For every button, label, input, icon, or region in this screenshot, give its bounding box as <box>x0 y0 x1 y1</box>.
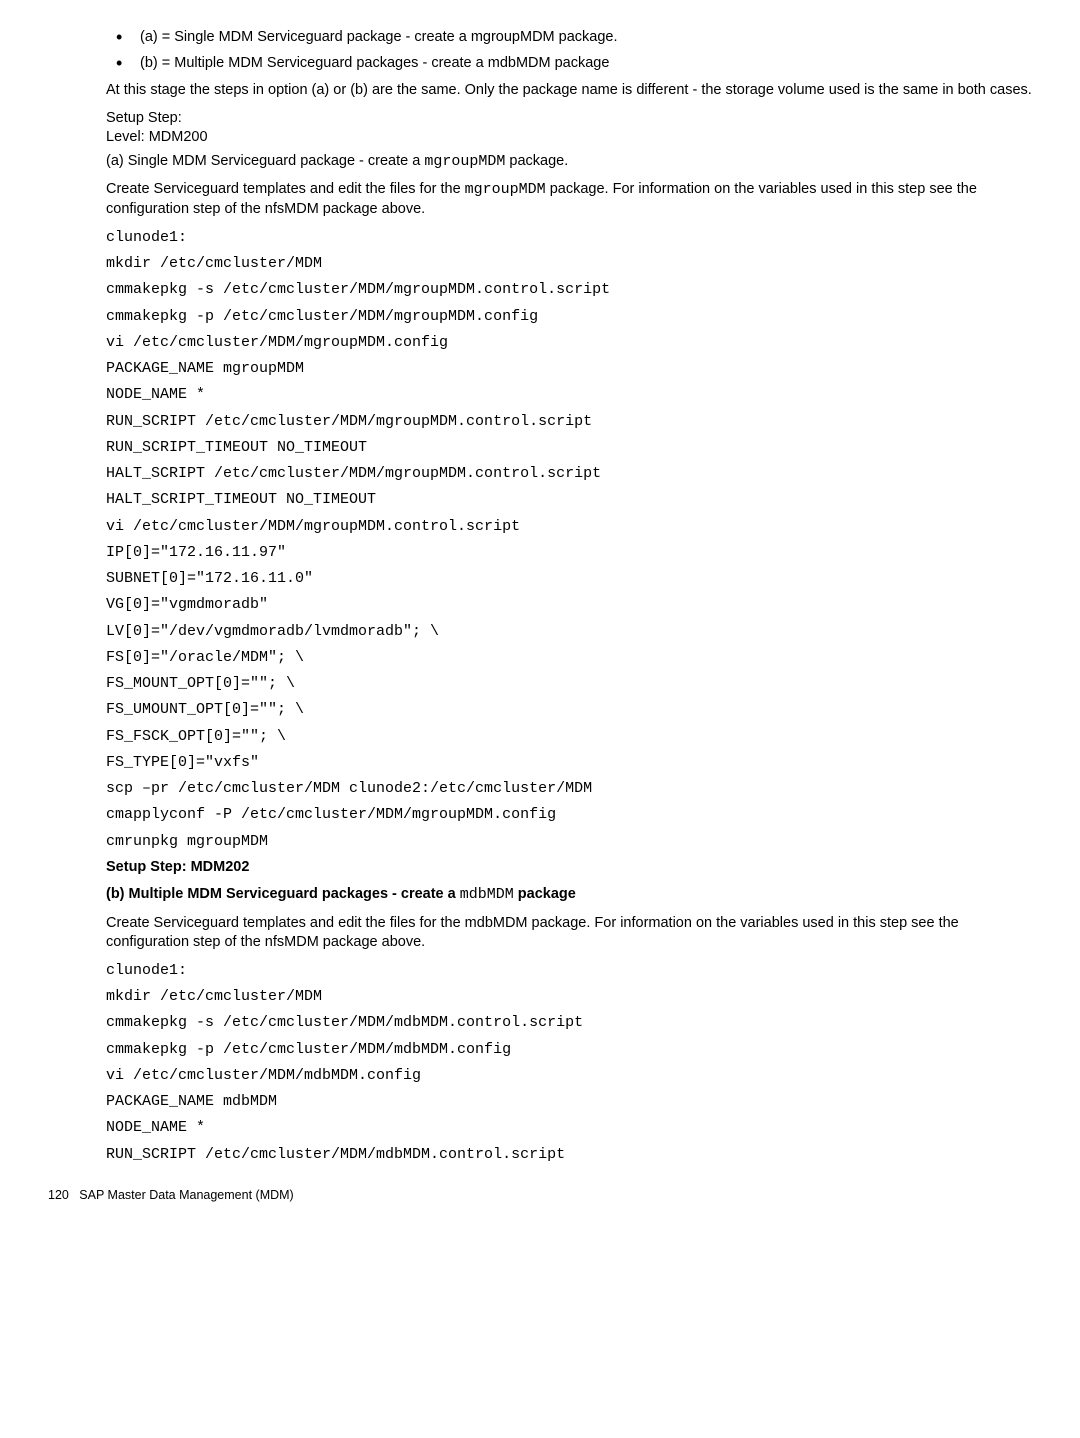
a-desc-mono: mgroupMDM <box>465 181 546 198</box>
code-a-l12: vi /etc/cmcluster/MDM/mgroupMDM.control.… <box>106 517 1032 537</box>
section-a-desc: Create Serviceguard templates and edit t… <box>106 180 1032 220</box>
code-a-l3: cmmakepkg -s /etc/cmcluster/MDM/mgroupMD… <box>106 280 1032 300</box>
section-a-title: (a) Single MDM Serviceguard package - cr… <box>106 152 1032 172</box>
code-a-l2: mkdir /etc/cmcluster/MDM <box>106 254 1032 274</box>
code-a-l8: RUN_SCRIPT /etc/cmcluster/MDM/mgroupMDM.… <box>106 412 1032 432</box>
code-a-l7: NODE_NAME * <box>106 385 1032 405</box>
b-title-pre: (b) Multiple MDM Serviceguard packages -… <box>106 886 460 902</box>
setup-step-level: Level: MDM200 <box>106 129 208 145</box>
setup-step-202: Setup Step: MDM202 <box>106 858 1032 878</box>
code-b-l6: PACKAGE_NAME mdbMDM <box>106 1092 1032 1112</box>
code-a-l13: IP[0]="172.16.11.97" <box>106 543 1032 563</box>
code-a-l5: vi /etc/cmcluster/MDM/mgroupMDM.config <box>106 333 1032 353</box>
code-b-l1: clunode1: <box>106 961 1032 981</box>
section-b-desc: Create Serviceguard templates and edit t… <box>106 914 1032 953</box>
b-title-post: package <box>514 886 576 902</box>
code-a-l24: cmrunpkg mgroupMDM <box>106 832 1032 852</box>
setup-step-200: Setup Step: Level: MDM200 <box>106 109 1032 148</box>
code-a-l17: FS[0]="/oracle/MDM"; \ <box>106 648 1032 668</box>
code-b-l4: cmmakepkg -p /etc/cmcluster/MDM/mdbMDM.c… <box>106 1040 1032 1060</box>
bullet-list: (a) = Single MDM Serviceguard package - … <box>106 28 1032 73</box>
page-number: 120 <box>48 1188 69 1202</box>
code-b-l5: vi /etc/cmcluster/MDM/mdbMDM.config <box>106 1066 1032 1086</box>
code-a-l22: scp –pr /etc/cmcluster/MDM clunode2:/etc… <box>106 779 1032 799</box>
code-a-l11: HALT_SCRIPT_TIMEOUT NO_TIMEOUT <box>106 490 1032 510</box>
code-b-l7: NODE_NAME * <box>106 1118 1032 1138</box>
code-a-l14: SUBNET[0]="172.16.11.0" <box>106 569 1032 589</box>
bullet-b: (b) = Multiple MDM Serviceguard packages… <box>106 54 1032 74</box>
code-a-l15: VG[0]="vgmdmoradb" <box>106 595 1032 615</box>
code-a-l23: cmapplyconf -P /etc/cmcluster/MDM/mgroup… <box>106 805 1032 825</box>
code-a-l10: HALT_SCRIPT /etc/cmcluster/MDM/mgroupMDM… <box>106 464 1032 484</box>
code-a-l6: PACKAGE_NAME mgroupMDM <box>106 359 1032 379</box>
code-a-l20: FS_FSCK_OPT[0]=""; \ <box>106 727 1032 747</box>
code-a-l9: RUN_SCRIPT_TIMEOUT NO_TIMEOUT <box>106 438 1032 458</box>
code-a-l19: FS_UMOUNT_OPT[0]=""; \ <box>106 700 1032 720</box>
a-title-mono: mgroupMDM <box>424 153 505 170</box>
bullet-a: (a) = Single MDM Serviceguard package - … <box>106 28 1032 48</box>
intro-text: At this stage the steps in option (a) or… <box>106 81 1032 101</box>
a-title-pre: (a) Single MDM Serviceguard package - cr… <box>106 153 424 169</box>
code-b-l2: mkdir /etc/cmcluster/MDM <box>106 987 1032 1007</box>
a-desc-pre: Create Serviceguard templates and edit t… <box>106 181 465 197</box>
code-b-l3: cmmakepkg -s /etc/cmcluster/MDM/mdbMDM.c… <box>106 1013 1032 1033</box>
section-b-title: (b) Multiple MDM Serviceguard packages -… <box>106 885 1032 905</box>
footer-title: SAP Master Data Management (MDM) <box>79 1188 293 1202</box>
code-a-l1: clunode1: <box>106 228 1032 248</box>
code-a-l4: cmmakepkg -p /etc/cmcluster/MDM/mgroupMD… <box>106 307 1032 327</box>
code-a-l21: FS_TYPE[0]="vxfs" <box>106 753 1032 773</box>
code-a-l18: FS_MOUNT_OPT[0]=""; \ <box>106 674 1032 694</box>
page-footer: 120 SAP Master Data Management (MDM) <box>48 1187 1032 1204</box>
code-b-l8: RUN_SCRIPT /etc/cmcluster/MDM/mdbMDM.con… <box>106 1145 1032 1165</box>
page-content: (a) = Single MDM Serviceguard package - … <box>106 28 1032 1165</box>
a-title-post: package. <box>505 153 568 169</box>
b-title-mono: mdbMDM <box>460 886 514 903</box>
code-a-l16: LV[0]="/dev/vgmdmoradb/lvmdmoradb"; \ <box>106 622 1032 642</box>
setup-step-label: Setup Step: <box>106 110 182 126</box>
